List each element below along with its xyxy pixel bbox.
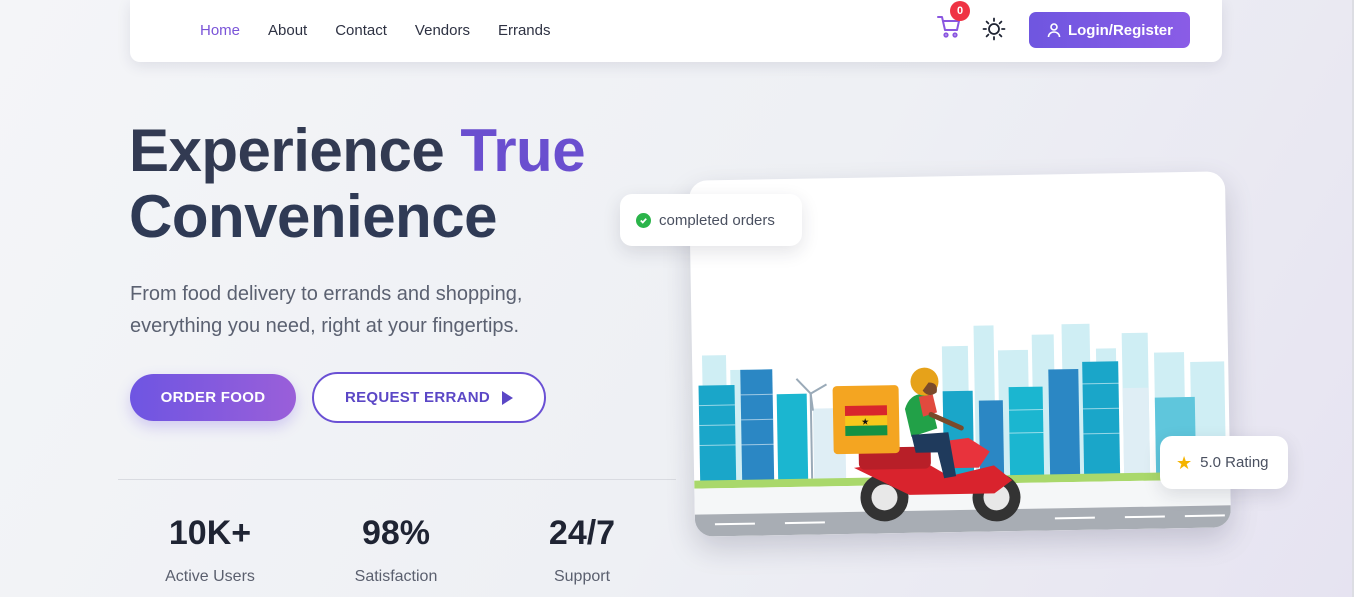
rating-badge: ★ 5.0 Rating bbox=[1160, 436, 1288, 489]
nav-link-contact[interactable]: Contact bbox=[335, 22, 387, 39]
stats-divider bbox=[118, 479, 676, 480]
stat-value: 24/7 bbox=[548, 514, 616, 552]
hero-title: Experience True Convenience bbox=[129, 118, 649, 250]
login-register-button[interactable]: Login/Register bbox=[1029, 12, 1190, 48]
hero-subtitle-line2: everything you need, right at your finge… bbox=[130, 315, 520, 337]
hero-subtitle-line1: From food delivery to errands and shoppi… bbox=[130, 283, 523, 305]
navbar: Home About Contact Vendors Errands 0 Log… bbox=[130, 0, 1222, 62]
hero-subtitle: From food delivery to errands and shoppi… bbox=[130, 278, 590, 342]
rating-label: 5.0 Rating bbox=[1200, 454, 1269, 471]
order-food-button[interactable]: ORDER FOOD bbox=[130, 374, 296, 421]
nav-link-home[interactable]: Home bbox=[200, 22, 240, 39]
stat-label: Satisfaction bbox=[354, 568, 438, 585]
stat-value: 98% bbox=[361, 514, 431, 552]
login-register-label: Login/Register bbox=[1067, 21, 1173, 39]
svg-text:★: ★ bbox=[861, 418, 869, 428]
play-icon bbox=[502, 390, 514, 405]
request-errand-button[interactable]: REQUEST ERRAND bbox=[312, 372, 546, 423]
nav-links: Home About Contact Vendors Errands bbox=[200, 0, 551, 60]
hero-title-accent: True bbox=[460, 117, 586, 184]
request-errand-label: REQUEST ERRAND bbox=[344, 389, 491, 406]
hero-title-part1: Experience bbox=[129, 117, 461, 184]
hero-title-line2: Convenience bbox=[129, 183, 497, 250]
nav-link-errands[interactable]: Errands bbox=[498, 22, 551, 39]
check-circle-icon bbox=[636, 212, 651, 228]
completed-orders-badge: completed orders bbox=[620, 194, 802, 246]
sun-icon[interactable] bbox=[982, 17, 1006, 41]
nav-link-about[interactable]: About bbox=[268, 22, 307, 39]
nav-link-vendors[interactable]: Vendors bbox=[415, 22, 470, 39]
stat-support: 24/7 Support bbox=[497, 512, 667, 586]
stat-label: Support bbox=[553, 568, 611, 585]
completed-orders-label: completed orders bbox=[659, 211, 775, 229]
stat-label: Active Users bbox=[165, 568, 255, 585]
stat-satisfaction: 98% Satisfaction bbox=[311, 512, 481, 586]
stat-value: 10K+ bbox=[168, 514, 252, 552]
star-icon: ★ bbox=[1176, 452, 1193, 473]
user-icon bbox=[1047, 23, 1061, 38]
stat-active-users: 10K+ Active Users bbox=[125, 512, 295, 586]
cart-count-badge: 0 bbox=[950, 1, 970, 21]
